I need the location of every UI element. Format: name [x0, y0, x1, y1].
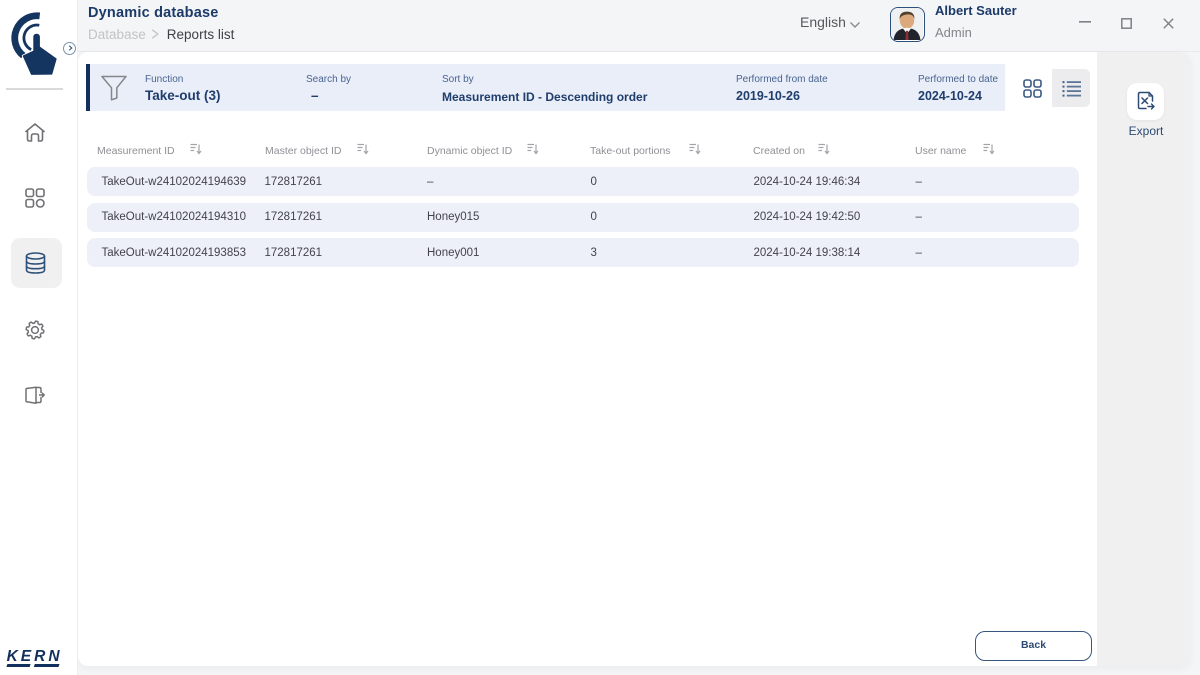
svg-text:KERN: KERN: [7, 648, 63, 665]
